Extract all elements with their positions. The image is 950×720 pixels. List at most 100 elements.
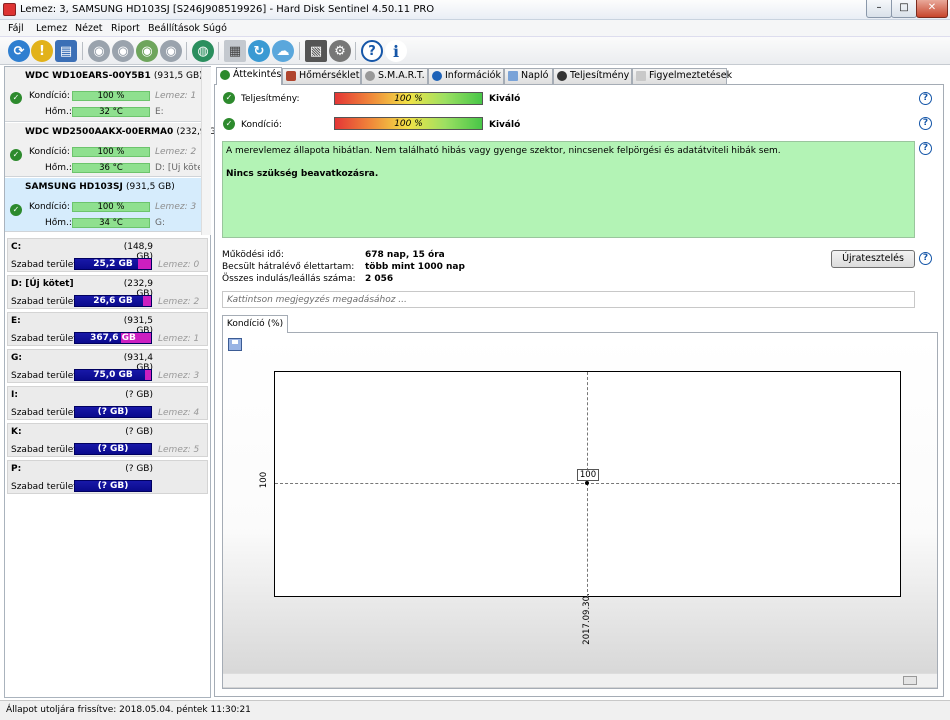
- disk-title: WDC WD2500AAKX-00ERMA0 (232,9 GB): [25, 127, 225, 137]
- disk-c-icon[interactable]: ◉: [136, 40, 158, 62]
- scrollbar-thumb[interactable]: [903, 676, 917, 685]
- menu-riport[interactable]: Riport: [111, 23, 140, 34]
- free-space-label: Szabad terület: [11, 408, 77, 418]
- help-icon[interactable]: ?: [919, 92, 932, 105]
- tab-teljesitmeny[interactable]: Teljesítmény: [553, 68, 632, 84]
- x-tick-label: 2017.09.30.: [582, 593, 592, 645]
- used-space-fill: [145, 370, 151, 380]
- status-bar: Állapot utoljára frissítve: 2018.05.04. …: [0, 700, 950, 720]
- volume-item[interactable]: P: (? GB) Szabad terület (? GB): [7, 460, 208, 494]
- close-button[interactable]: ✕: [916, 0, 948, 18]
- tab-label: Teljesítmény: [570, 70, 630, 81]
- volume-disk: Lemez: 5: [158, 445, 200, 455]
- help-icon[interactable]: ?: [919, 252, 932, 265]
- condition-status: Kiváló: [489, 120, 521, 130]
- volume-letter: P:: [11, 464, 22, 474]
- info-icon[interactable]: ℹ: [385, 40, 407, 62]
- chart-tab-kondicio[interactable]: Kondíció (%): [222, 315, 288, 333]
- warning-doc-icon: [636, 71, 646, 81]
- chart-horizontal-scrollbar[interactable]: [223, 673, 937, 687]
- check-icon: ✓: [10, 204, 22, 216]
- refresh-icon[interactable]: ⟳: [8, 40, 30, 62]
- volume-item[interactable]: I: (? GB) Szabad terület (? GB) Lemez: 4: [7, 386, 208, 420]
- disk-item[interactable]: WDC WD2500AAKX-00ERMA0 (232,9 GB) ✓ Kond…: [5, 123, 225, 177]
- kondicio-label: Kondíció:: [29, 202, 70, 212]
- disk-a-icon[interactable]: ◉: [88, 40, 110, 62]
- volume-disk: Lemez: 3: [158, 371, 200, 381]
- chart-icon[interactable]: ▧: [305, 40, 327, 62]
- check-icon: ✓: [10, 92, 22, 104]
- document-icon[interactable]: ▦: [224, 40, 246, 62]
- disk-icon: [365, 71, 375, 81]
- kondicio-bar: 100 %: [72, 202, 150, 212]
- volume-item[interactable]: C: (148,9 GB) Szabad terület 25,2 GB Lem…: [7, 238, 208, 272]
- condition-label: Kondíció:: [241, 120, 282, 130]
- cloud-icon[interactable]: ☁: [272, 40, 294, 62]
- tab-informaciok[interactable]: Információk: [428, 68, 504, 84]
- save-icon[interactable]: [228, 338, 242, 351]
- disk-name: WDC WD2500AAKX-00ERMA0: [25, 127, 174, 137]
- free-space-label: Szabad terület: [11, 297, 77, 307]
- check-icon: ✓: [223, 92, 235, 104]
- volume-item[interactable]: E: (931,5 GB) Szabad terület 367,6 GB Le…: [7, 312, 208, 346]
- retest-button[interactable]: Újratesztelés: [831, 250, 915, 268]
- volume-size: (? GB): [125, 427, 153, 437]
- menu-nezet[interactable]: Nézet: [75, 23, 103, 34]
- volume-item[interactable]: D: [Új kötet] (232,9 GB) Szabad terület …: [7, 275, 208, 309]
- disk-d-icon[interactable]: ◉: [160, 40, 182, 62]
- tab-figyelmeztetesek[interactable]: Figyelmeztetések: [632, 68, 732, 84]
- disk-number: Lemez: 2: [155, 147, 197, 157]
- settings-icon[interactable]: ⚙: [329, 40, 351, 62]
- disk-list-scrollbar[interactable]: [201, 67, 211, 235]
- tab-homerseklet[interactable]: Hőmérséklet: [282, 68, 361, 84]
- volume-disk: Lemez: 0: [158, 260, 200, 270]
- y-tick-label: 100: [259, 471, 269, 489]
- maximize-button[interactable]: □: [891, 0, 917, 18]
- temp-label: Hőm.:: [45, 107, 72, 117]
- help-icon[interactable]: ?: [919, 117, 932, 130]
- kondicio-bar: 100 %: [72, 91, 150, 101]
- menu-lemez[interactable]: Lemez: [36, 23, 67, 34]
- alert-icon[interactable]: !: [31, 40, 53, 62]
- volume-size: (? GB): [125, 390, 153, 400]
- tab-label: Áttekintés: [233, 69, 282, 80]
- menu-beallitasok[interactable]: Beállítások: [148, 23, 200, 34]
- minimize-button[interactable]: –: [866, 0, 892, 18]
- tab-label: Napló: [521, 70, 549, 81]
- temp-bar: 34 °C: [72, 218, 150, 228]
- tab-attekintes[interactable]: Áttekintés: [216, 67, 282, 85]
- disk-item-selected[interactable]: SAMSUNG HD103SJ (931,5 GB) ✓ Kondíció: 1…: [5, 178, 201, 232]
- free-space-value: 367,6 GB: [90, 333, 136, 343]
- volume-disk: Lemez: 1: [158, 334, 200, 344]
- disk-size: (931,5 GB): [153, 71, 203, 81]
- disk-number: Lemez: 3: [155, 202, 197, 212]
- tab-smart[interactable]: S.M.A.R.T.: [361, 68, 428, 84]
- free-space-bar: (? GB): [74, 480, 152, 492]
- free-space-value: 26,6 GB: [93, 296, 133, 306]
- help-icon[interactable]: ?: [919, 142, 932, 155]
- volume-letter: C:: [11, 242, 22, 252]
- disk-item[interactable]: WDC WD10EARS-00Y5B1 (931,5 GB) ✓ Kondíci…: [5, 67, 203, 122]
- free-space-bar: 75,0 GB: [74, 369, 152, 381]
- free-space-label: Szabad terület: [11, 334, 77, 344]
- disk-b-icon[interactable]: ◉: [112, 40, 134, 62]
- thermometer-icon: [286, 71, 296, 81]
- uptime-value: 678 nap, 15 óra: [365, 250, 445, 260]
- volume-item[interactable]: G: (931,4 GB) Szabad terület 75,0 GB Lem…: [7, 349, 208, 383]
- help-icon[interactable]: ?: [361, 40, 383, 62]
- tab-naplo[interactable]: Napló: [504, 68, 553, 84]
- drive-letter: E:: [155, 107, 164, 117]
- menu-sugo[interactable]: Súgó: [203, 23, 227, 34]
- free-space-bar: 26,6 GB: [74, 295, 152, 307]
- gauge-icon: [557, 71, 567, 81]
- report-icon[interactable]: ▤: [55, 40, 77, 62]
- globe-icon[interactable]: ◍: [192, 40, 214, 62]
- tab-label: Hőmérséklet: [299, 70, 360, 81]
- sync-icon[interactable]: ↻: [248, 40, 270, 62]
- menu-bar: Fájl Lemez Nézet Riport Beállítások Súgó: [0, 20, 950, 37]
- menu-fajl[interactable]: Fájl: [8, 23, 24, 34]
- comment-input[interactable]: Kattintson megjegyzés megadásához ...: [222, 291, 915, 308]
- disk-name: SAMSUNG HD103SJ: [25, 182, 123, 192]
- toolbar-separator: [299, 42, 300, 60]
- volume-item[interactable]: K: (? GB) Szabad terület (? GB) Lemez: 5: [7, 423, 208, 457]
